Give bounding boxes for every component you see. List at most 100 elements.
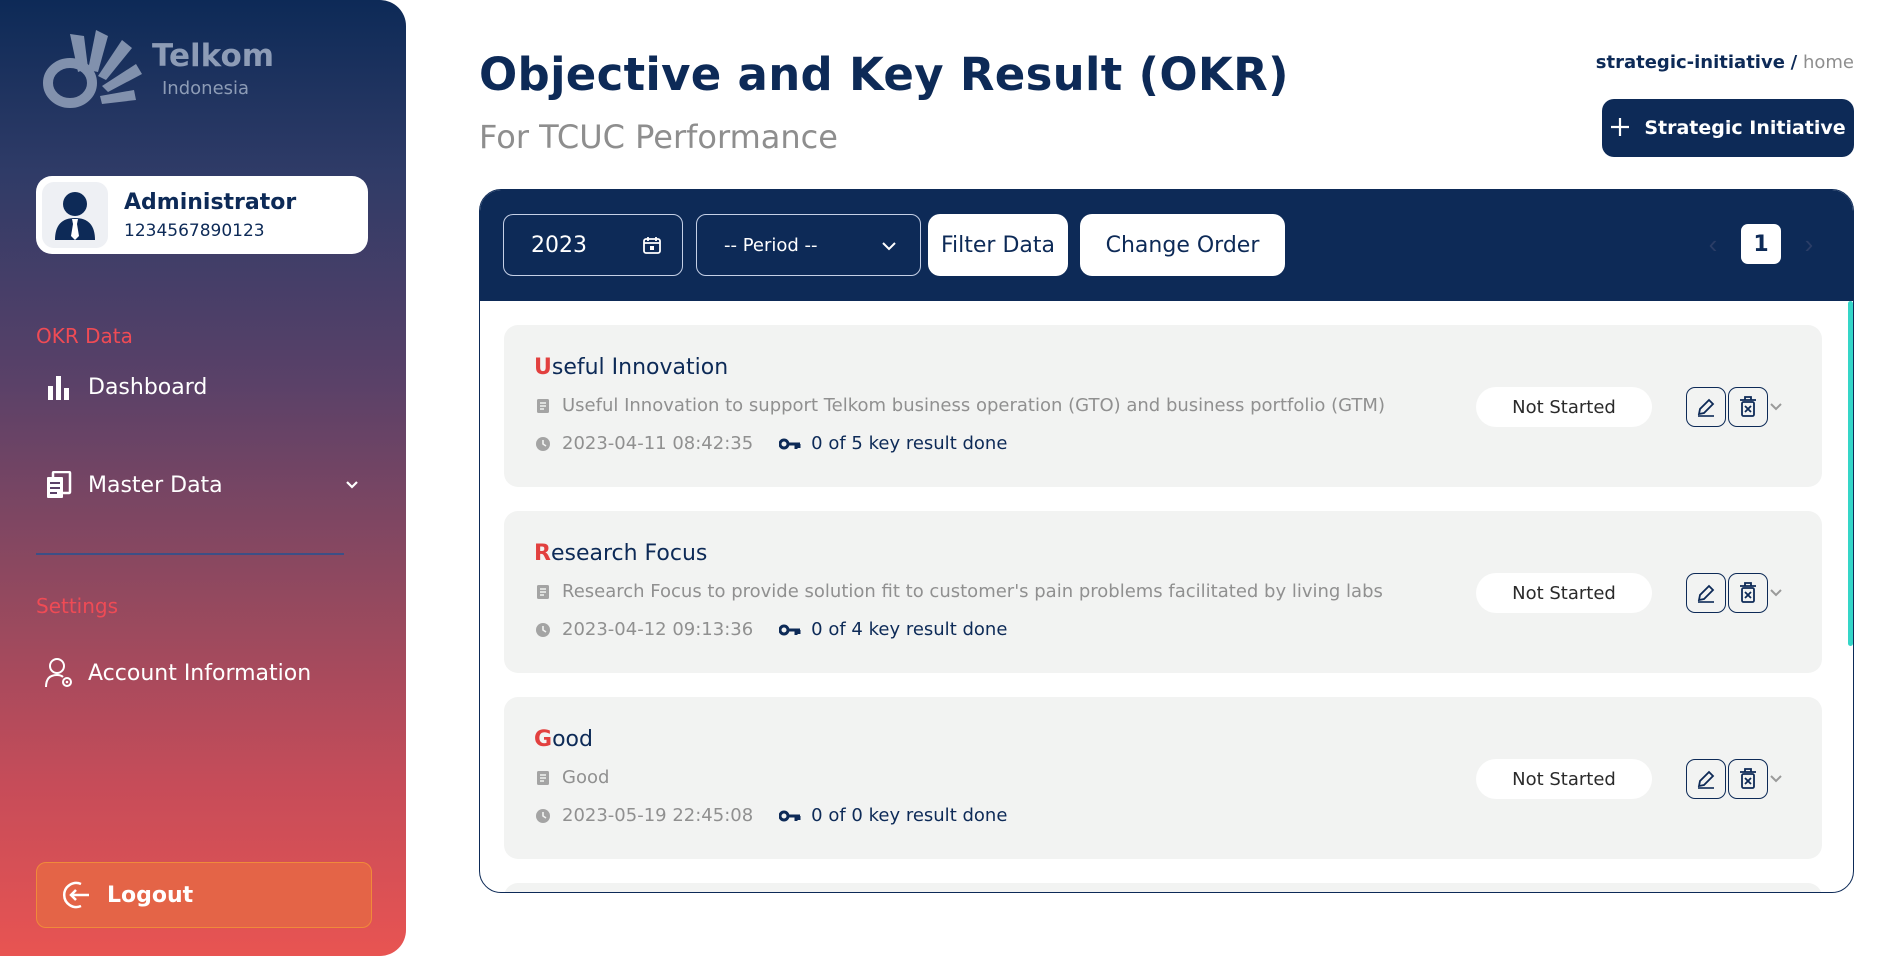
sidebar: Telkom Indonesia Administrator 123456789…	[0, 0, 406, 956]
user-id: 1234567890123	[124, 220, 265, 241]
telkom-logo[interactable]: Telkom Indonesia	[40, 28, 280, 108]
scrollbar[interactable]	[1848, 301, 1853, 646]
okr-description: Useful Innovation to support Telkom busi…	[534, 395, 1385, 416]
okr-title-initial: R	[534, 541, 551, 566]
delete-button[interactable]	[1728, 759, 1768, 799]
chevron-down-icon[interactable]	[1764, 395, 1788, 419]
breadcrumb-home[interactable]: home	[1803, 52, 1854, 73]
sidebar-item-label: Account Information	[88, 660, 312, 686]
breadcrumb-current[interactable]: strategic-initiative	[1596, 52, 1785, 73]
chevron-down-icon	[880, 237, 898, 260]
plus-icon	[1610, 113, 1630, 143]
okr-title[interactable]: Research Focus	[534, 541, 707, 566]
sidebar-item-label: Master Data	[88, 472, 223, 498]
okr-title[interactable]: Useful Innovation	[534, 355, 728, 380]
prev-page-icon[interactable]: ‹	[1699, 229, 1727, 260]
section-okr-label: OKR Data	[36, 324, 133, 348]
pencil-icon	[1697, 770, 1715, 789]
period-value: -- Period --	[724, 234, 818, 256]
okr-title[interactable]: Good	[534, 727, 593, 752]
filter-toolbar: 2023 -- Period -- Filter Data Change Ord…	[480, 190, 1853, 301]
filter-data-button[interactable]: Filter Data	[928, 214, 1068, 276]
period-select[interactable]: -- Period --	[696, 214, 921, 276]
trash-icon	[1740, 768, 1756, 789]
sidebar-item-account-information[interactable]: Account Information	[44, 658, 311, 688]
bar-chart-icon	[44, 372, 74, 402]
okr-timestamp: 2023-04-11 08:42:35	[562, 433, 754, 454]
chevron-down-icon[interactable]	[1764, 581, 1788, 605]
okr-meta: 2023-04-11 08:42:35 0 of 5 key result do…	[534, 433, 1007, 454]
document-icon	[534, 769, 552, 787]
key-icon	[779, 435, 801, 453]
delete-button[interactable]	[1728, 573, 1768, 613]
okr-title-rest: esearch Focus	[550, 541, 708, 566]
okr-panel: 2023 -- Period -- Filter Data Change Ord…	[479, 189, 1854, 893]
pencil-icon	[1697, 584, 1715, 603]
key-icon	[779, 807, 801, 825]
logout-icon	[61, 879, 93, 911]
key-icon	[779, 621, 801, 639]
okr-card-partial	[504, 883, 1822, 892]
page-number[interactable]: 1	[1741, 224, 1781, 264]
edit-button[interactable]	[1686, 759, 1726, 799]
okr-card: Useful Innovation Useful Innovation to s…	[504, 325, 1822, 487]
year-picker[interactable]: 2023	[503, 214, 683, 276]
document-icon	[534, 397, 552, 415]
user-avatar-icon	[55, 192, 95, 240]
user-card[interactable]: Administrator 1234567890123	[36, 176, 368, 254]
clock-icon	[534, 621, 552, 639]
add-button-label: Strategic Initiative	[1644, 117, 1846, 139]
delete-button[interactable]	[1728, 387, 1768, 427]
logout-label: Logout	[107, 882, 194, 908]
brand-name: Telkom	[152, 38, 275, 74]
okr-title-rest: ood	[552, 727, 593, 752]
chevron-down-icon	[344, 474, 360, 499]
okr-description-text: Useful Innovation to support Telkom busi…	[562, 395, 1385, 416]
okr-description: Research Focus to provide solution fit t…	[534, 581, 1383, 602]
logout-button[interactable]: Logout	[36, 862, 372, 928]
telkom-logo-icon	[43, 30, 142, 108]
calendar-icon[interactable]	[642, 235, 662, 261]
okr-description: Good	[534, 767, 609, 788]
section-settings-label: Settings	[36, 594, 119, 618]
add-strategic-initiative-button[interactable]: Strategic Initiative	[1602, 99, 1854, 157]
okr-title-initial: G	[534, 727, 553, 752]
year-value: 2023	[531, 232, 587, 258]
sidebar-item-dashboard[interactable]: Dashboard	[44, 372, 207, 402]
status-badge: Not Started	[1476, 387, 1652, 427]
okr-key-results: 0 of 4 key result done	[811, 619, 1008, 640]
okr-list[interactable]: Useful Innovation Useful Innovation to s…	[480, 301, 1853, 892]
document-icon	[534, 583, 552, 601]
okr-card: Research Focus Research Focus to provide…	[504, 511, 1822, 673]
next-page-icon[interactable]: ›	[1795, 229, 1823, 260]
breadcrumb-separator: /	[1790, 52, 1798, 73]
okr-description-text: Good	[562, 767, 610, 788]
okr-key-results: 0 of 5 key result done	[811, 433, 1008, 454]
sidebar-item-master-data[interactable]: Master Data	[44, 470, 360, 500]
okr-card: Good Good 2023-05-19 22:45:08 0 of 0 key…	[504, 697, 1822, 859]
brand-sub: Indonesia	[162, 78, 250, 99]
user-name: Administrator	[124, 189, 297, 215]
documents-icon	[44, 470, 74, 500]
breadcrumb: strategic-initiative / home	[1596, 52, 1854, 73]
okr-description-text: Research Focus to provide solution fit t…	[562, 581, 1383, 602]
sidebar-item-label: Dashboard	[88, 374, 208, 400]
pagination: ‹ 1 ›	[1699, 224, 1823, 264]
clock-icon	[534, 807, 552, 825]
trash-icon	[1740, 396, 1756, 417]
okr-timestamp: 2023-05-19 22:45:08	[562, 805, 754, 826]
trash-icon	[1740, 582, 1756, 603]
okr-key-results: 0 of 0 key result done	[811, 805, 1008, 826]
edit-button[interactable]	[1686, 387, 1726, 427]
change-order-button[interactable]: Change Order	[1080, 214, 1285, 276]
okr-timestamp: 2023-04-12 09:13:36	[562, 619, 754, 640]
clock-icon	[534, 435, 552, 453]
status-badge: Not Started	[1476, 573, 1652, 613]
pencil-icon	[1697, 398, 1715, 417]
page-subtitle: For TCUC Performance	[479, 118, 838, 156]
okr-meta: 2023-04-12 09:13:36 0 of 4 key result do…	[534, 619, 1007, 640]
edit-button[interactable]	[1686, 573, 1726, 613]
chevron-down-icon[interactable]	[1764, 767, 1788, 791]
page-title: Objective and Key Result (OKR)	[479, 48, 1289, 101]
sidebar-divider	[36, 553, 344, 555]
